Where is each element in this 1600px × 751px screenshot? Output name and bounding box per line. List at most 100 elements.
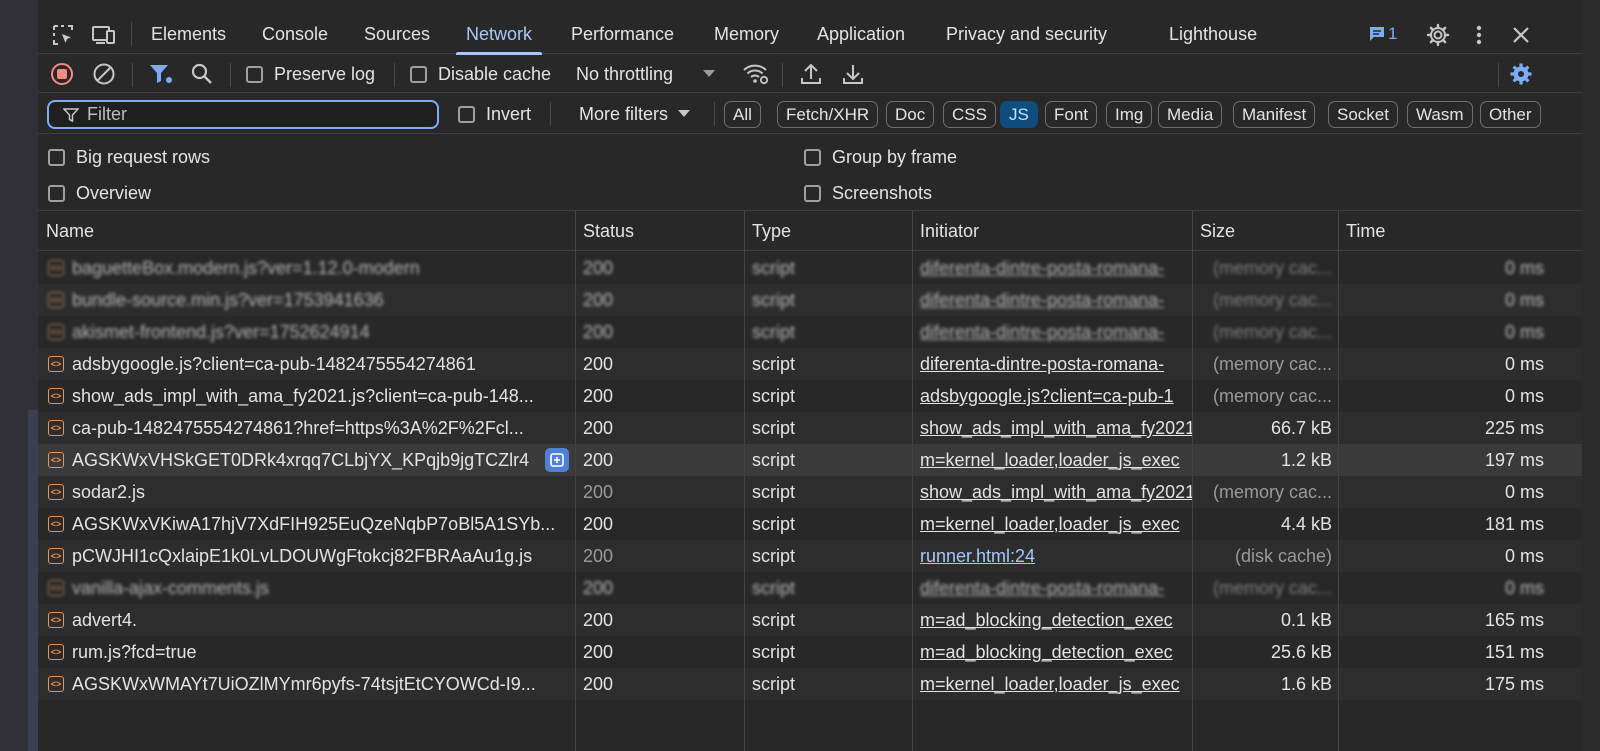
type-filter-media[interactable]: Media (1158, 101, 1223, 128)
table-row[interactable]: <> adsbygoogle.js?client=ca-pub-148247555… (38, 348, 1582, 380)
request-initiator[interactable]: diferenta-dintre-posta-romana- (920, 284, 1192, 316)
group-by-frame-box[interactable] (804, 148, 821, 166)
search-button[interactable] (190, 55, 214, 93)
table-row[interactable]: <> advert4. 200 script m=ad_blocking_detecti… (38, 604, 1582, 636)
import-har-button[interactable] (800, 55, 822, 93)
type-filter-manifest[interactable]: Manifest (1233, 101, 1316, 128)
more-filters-dropdown[interactable]: More filters (579, 102, 691, 126)
stop-recording-button[interactable] (50, 55, 74, 93)
overview-box[interactable] (48, 184, 65, 202)
request-name[interactable]: advert4. (72, 604, 567, 636)
request-initiator[interactable]: diferenta-dintre-posta-romana- (920, 252, 1192, 284)
column-divider[interactable] (1192, 211, 1193, 751)
request-initiator[interactable]: diferenta-dintre-posta-romana- (920, 316, 1192, 348)
device-toolbar-icon[interactable] (91, 22, 117, 48)
tab-sources[interactable]: Sources (364, 14, 430, 54)
request-name[interactable]: bundle-source.min.js?ver=1753941636 (72, 284, 567, 316)
request-name[interactable]: AGSKWxVKiwA17hjV7XdFIH925EuQzeNqbP7oBl5A… (72, 508, 567, 540)
table-row[interactable]: <> sodar2.js 200 script show_ads_impl_with_a… (38, 476, 1582, 508)
type-filter-socket[interactable]: Socket (1328, 101, 1398, 128)
table-row[interactable]: <> vanilla-ajax-comments.js 200 script difer… (38, 572, 1582, 604)
table-row[interactable]: <> show_ads_impl_with_ama_fy2021.js?clien… (38, 380, 1582, 412)
column-divider[interactable] (744, 211, 745, 751)
column-header-status[interactable]: Status (575, 211, 634, 251)
table-row[interactable]: <> akismet-frontend.js?ver=1752624914 200 s… (38, 316, 1582, 348)
invert-box[interactable] (458, 105, 475, 123)
preserve-log-checkbox[interactable]: Preserve log (246, 55, 375, 93)
request-name[interactable]: akismet-frontend.js?ver=1752624914 (72, 316, 567, 348)
table-row[interactable]: <> AGSKWxVKiwA17hjV7XdFIH925EuQzeNqbP7oBl… (38, 508, 1582, 540)
export-har-button[interactable] (842, 55, 864, 93)
overview-checkbox[interactable]: Overview (48, 181, 151, 205)
request-initiator[interactable]: adsbygoogle.js?client=ca-pub-1 (920, 380, 1192, 412)
column-header-type[interactable]: Type (744, 211, 791, 251)
table-row[interactable]: <> ca-pub-1482475554274861?href=https%3A%… (38, 412, 1582, 444)
request-initiator[interactable]: diferenta-dintre-posta-romana- (920, 348, 1192, 380)
table-row[interactable]: <> bundle-source.min.js?ver=1753941636 200… (38, 284, 1582, 316)
screenshots-checkbox[interactable]: Screenshots (804, 181, 932, 205)
table-row[interactable]: <> AGSKWxWMAYt7UiOZlMYmr6pyfs-74tsjtEtCYO… (38, 668, 1582, 700)
tab-performance[interactable]: Performance (571, 14, 674, 54)
type-filter-other[interactable]: Other (1480, 101, 1541, 128)
tab-privacy-and-security[interactable]: Privacy and security (946, 14, 1107, 54)
tab-memory[interactable]: Memory (714, 14, 779, 54)
screenshots-box[interactable] (804, 184, 821, 202)
type-filter-font[interactable]: Font (1045, 101, 1098, 128)
tab-elements[interactable]: Elements (151, 14, 226, 54)
request-name[interactable]: rum.js?fcd=true (72, 636, 567, 668)
network-settings-button[interactable] (1509, 55, 1533, 93)
settings-gear-icon[interactable] (1425, 22, 1451, 48)
tab-lighthouse[interactable]: Lighthouse (1169, 14, 1257, 54)
type-filter-js[interactable]: JS (1000, 101, 1038, 128)
preserve-log-box[interactable] (246, 65, 263, 83)
big-request-rows-checkbox[interactable]: Big request rows (48, 145, 210, 169)
request-initiator[interactable]: runner.html:24 (920, 540, 1192, 572)
request-name[interactable]: AGSKWxWMAYt7UiOZlMYmr6pyfs-74tsjtEtCYOWC… (72, 668, 567, 700)
clear-log-button[interactable] (92, 55, 116, 93)
type-filter-doc[interactable]: Doc (886, 101, 935, 128)
disable-cache-box[interactable] (410, 65, 427, 83)
request-name[interactable]: pCWJHI1cQxlaipE1k0LvLDOUWgFtokcj82FBRAaA… (72, 540, 567, 572)
column-divider[interactable] (1338, 211, 1339, 751)
request-initiator[interactable]: show_ads_impl_with_ama_fy2021 (920, 412, 1192, 444)
tab-network[interactable]: Network (455, 14, 543, 55)
big-request-rows-box[interactable] (48, 148, 65, 166)
column-header-name[interactable]: Name (38, 211, 94, 251)
column-header-time[interactable]: Time (1338, 211, 1385, 251)
tab-console[interactable]: Console (262, 14, 328, 54)
table-row[interactable]: <> AGSKWxVHSkGET0DRk4xrqq7CLbjYX_KPqjb9jg… (38, 444, 1582, 476)
request-name[interactable]: AGSKWxVHSkGET0DRk4xrqq7CLbjYX_KPqjb9jgTC… (72, 444, 542, 476)
table-row[interactable]: <> pCWJHI1cQxlaipE1k0LvLDOUWgFtokcj82FBRA… (38, 540, 1582, 572)
type-filter-wasm[interactable]: Wasm (1407, 101, 1473, 128)
filter-toggle-button[interactable] (148, 55, 174, 93)
type-filter-css[interactable]: CSS (943, 101, 996, 128)
inspect-element-icon[interactable] (50, 22, 76, 48)
group-by-frame-checkbox[interactable]: Group by frame (804, 145, 957, 169)
request-initiator[interactable]: diferenta-dintre-posta-romana- (920, 572, 1192, 604)
more-options-icon[interactable] (1466, 22, 1492, 48)
invert-checkbox[interactable]: Invert (458, 102, 531, 126)
request-name[interactable]: show_ads_impl_with_ama_fy2021.js?client=… (72, 380, 567, 412)
request-name[interactable]: vanilla-ajax-comments.js (72, 572, 567, 604)
column-header-size[interactable]: Size (1192, 211, 1235, 251)
table-row[interactable]: <> baguetteBox.modern.js?ver=1.12.0-moder… (38, 252, 1582, 284)
request-name[interactable]: ca-pub-1482475554274861?href=https%3A%2F… (72, 412, 567, 444)
tab-application[interactable]: Application (817, 14, 905, 54)
filter-input[interactable] (87, 104, 417, 125)
request-initiator[interactable]: m=ad_blocking_detection_exec (920, 636, 1192, 668)
request-initiator[interactable]: m=kernel_loader,loader_js_exec (920, 508, 1192, 540)
disable-cache-checkbox[interactable]: Disable cache (410, 55, 551, 93)
column-divider[interactable] (575, 211, 576, 751)
throttling-select[interactable]: No throttling (576, 55, 716, 93)
request-name[interactable]: adsbygoogle.js?client=ca-pub-14824755542… (72, 348, 567, 380)
copy-url-icon[interactable] (545, 448, 569, 472)
request-name[interactable]: baguetteBox.modern.js?ver=1.12.0-modern (72, 252, 567, 284)
column-divider[interactable] (912, 211, 913, 751)
type-filter-fetch-xhr[interactable]: Fetch/XHR (777, 101, 879, 128)
type-filter-img[interactable]: Img (1106, 101, 1153, 128)
close-devtools-icon[interactable] (1508, 22, 1534, 48)
issues-badge[interactable]: 1 (1368, 22, 1397, 46)
type-filter-all[interactable]: All (724, 101, 761, 128)
request-initiator[interactable]: m=kernel_loader,loader_js_exec (920, 444, 1192, 476)
column-header-initiator[interactable]: Initiator (912, 211, 979, 251)
